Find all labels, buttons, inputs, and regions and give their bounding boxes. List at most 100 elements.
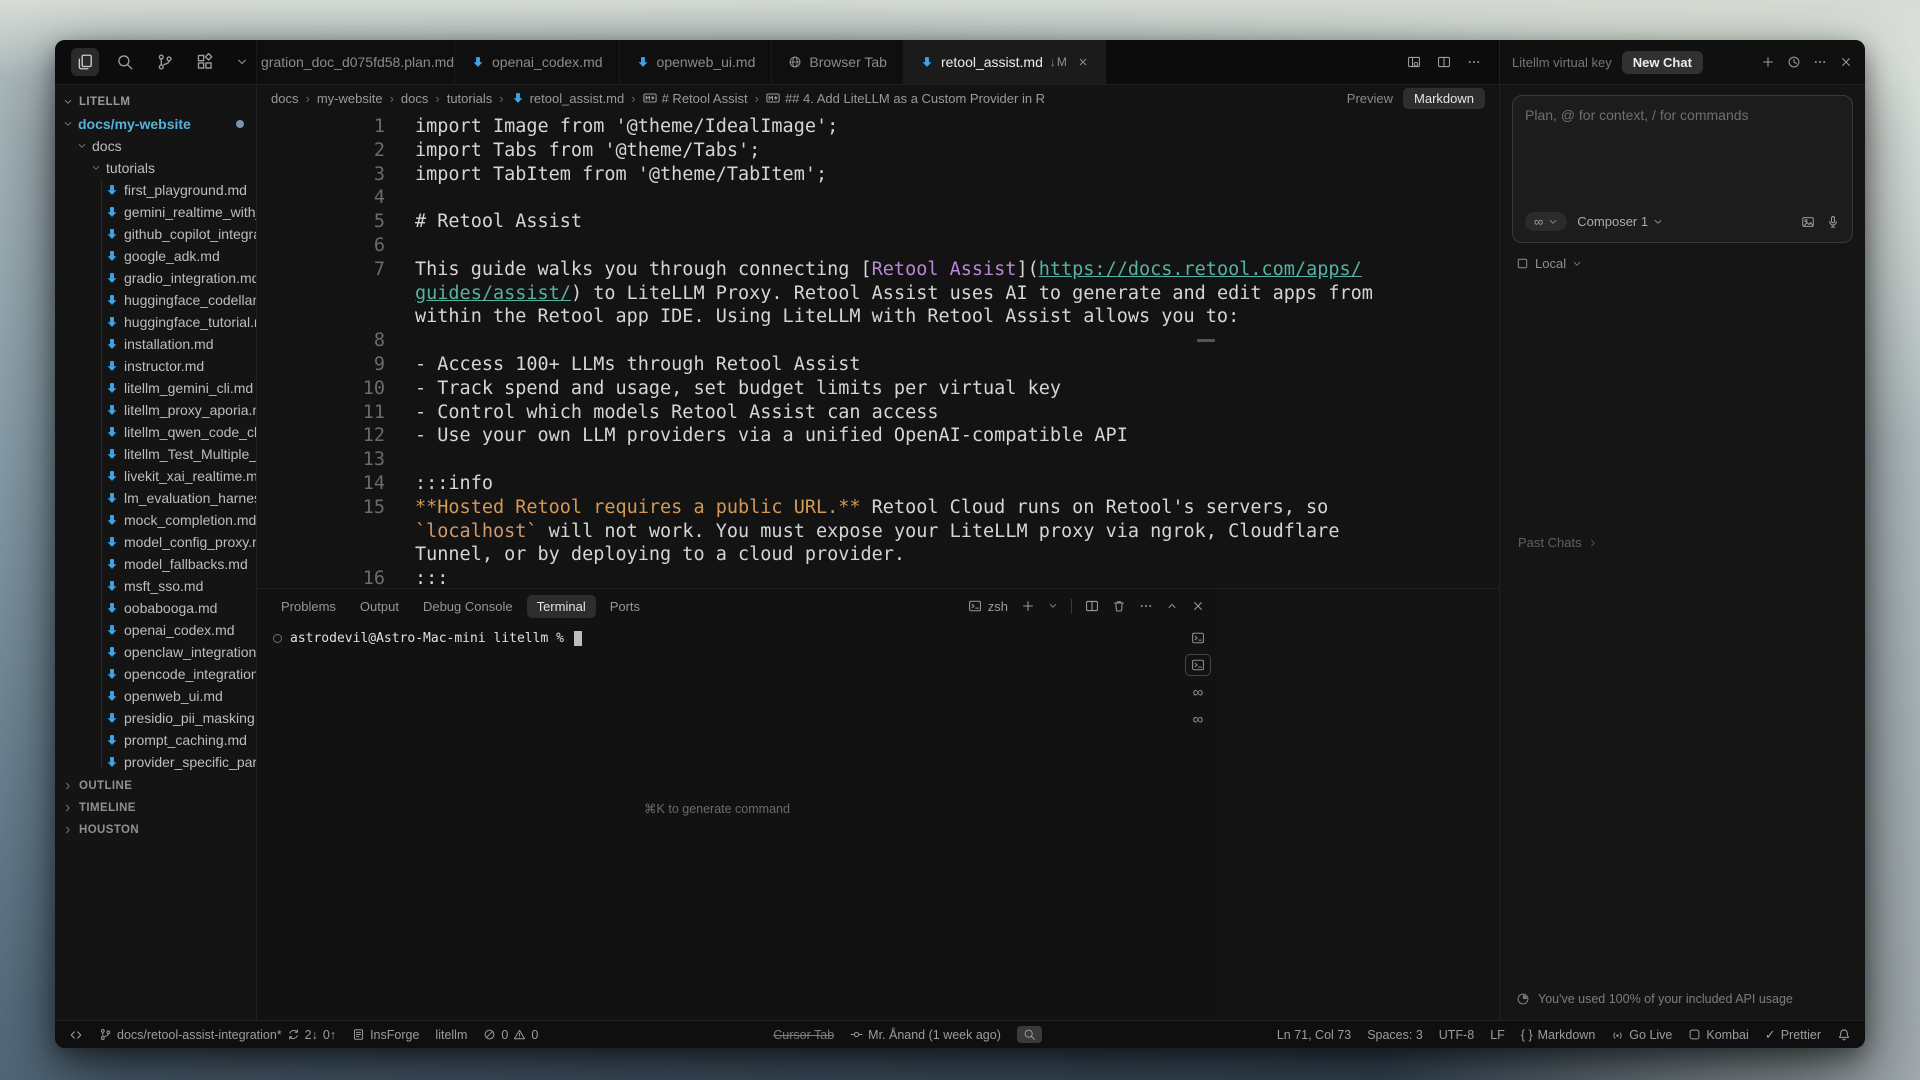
tree-file[interactable]: litellm_Test_Multiple_Pr... [55,443,256,465]
agent-mode-pill[interactable]: ∞ [1525,212,1567,231]
close-icon[interactable] [1077,56,1089,68]
open-preview-icon[interactable] [1407,55,1421,69]
tree-file[interactable]: openai_codex.md [55,619,256,641]
tree-file[interactable]: gemini_realtime_with_a... [55,201,256,223]
chat-input[interactable]: Plan, @ for context, / for commands ∞ Co… [1512,95,1853,243]
breadcrumb-item[interactable]: my-website [317,91,383,106]
context-local-selector[interactable]: Local [1512,256,1853,271]
terminal-dropdown-icon[interactable] [1048,601,1058,611]
close-panel-icon[interactable] [1839,55,1853,69]
tree-file[interactable]: gradio_integration.md [55,267,256,289]
tree-file[interactable]: model_config_proxy.md [55,531,256,553]
new-chat-icon[interactable] [1761,55,1775,69]
editor-tab[interactable]: Browser Tab [772,40,904,84]
tree-file[interactable]: huggingface_codellama... [55,289,256,311]
explorer-section-header[interactable]: LITELLM [55,91,256,113]
tree-file[interactable]: huggingface_tutorial.md [55,311,256,333]
workspace-status[interactable]: litellm [435,1028,467,1042]
tree-folder[interactable]: docs/my-website [55,113,256,135]
problems-status[interactable]: 0 0 [483,1028,538,1042]
chat-tab-previous[interactable]: Litellm virtual key [1512,55,1612,70]
model-selector[interactable]: Composer 1 [1577,214,1663,229]
tree-file[interactable]: opencode_integration.md [55,663,256,685]
new-terminal-icon[interactable] [1021,599,1035,613]
tree-file[interactable]: msft_sso.md [55,575,256,597]
maximize-panel-icon[interactable] [1166,600,1178,612]
breadcrumb-item[interactable]: docs [401,91,428,106]
code-editor[interactable]: 1import Image from '@theme/IdealImage';2… [257,111,1499,588]
activity-git-branch-button[interactable] [151,48,179,76]
sidebar-section-timeline[interactable]: TIMELINE [55,797,256,819]
panel-tab-terminal[interactable]: Terminal [527,595,596,618]
breadcrumb-item[interactable]: ## 4. Add LiteLLM as a Custom Provider i… [766,91,1045,106]
activity-chevron-down-button[interactable] [231,51,253,73]
notifications-status[interactable] [1837,1028,1851,1042]
tree-file[interactable]: openweb_ui.md [55,685,256,707]
attach-image-icon[interactable] [1801,215,1815,229]
tree-file[interactable]: oobabooga.md [55,597,256,619]
tree-file[interactable]: lm_evaluation_harness.... [55,487,256,509]
activity-search-button[interactable] [111,48,139,76]
markdown-button[interactable]: Markdown [1403,88,1485,109]
panel-tab-ports[interactable]: Ports [600,595,650,618]
tree-file[interactable]: google_adk.md [55,245,256,267]
panel-tab-output[interactable]: Output [350,595,409,618]
tree-file[interactable]: provider_specific_para... [55,751,256,773]
tree-file[interactable]: litellm_qwen_code_cli.md [55,421,256,443]
split-terminal-icon[interactable] [1085,599,1099,613]
remote-indicator[interactable] [69,1028,83,1042]
more-icon[interactable] [1813,55,1827,69]
eol-status[interactable]: LF [1490,1028,1505,1042]
terminal-session-terminal[interactable] [1185,627,1211,649]
tree-file[interactable]: installation.md [55,333,256,355]
line-col-status[interactable]: Ln 71, Col 73 [1277,1028,1351,1042]
kombai-status[interactable]: Kombai [1688,1028,1748,1042]
terminal-session-infinity[interactable]: ∞ [1185,681,1211,703]
tree-file[interactable]: github_copilot_integrati... [55,223,256,245]
go-live-status[interactable]: Go Live [1611,1028,1672,1042]
tree-file[interactable]: litellm_proxy_aporia.md [55,399,256,421]
encoding-status[interactable]: UTF-8 [1439,1028,1474,1042]
breadcrumb-item[interactable]: # Retool Assist [643,91,748,106]
search-status-button[interactable] [1017,1026,1042,1043]
tree-file[interactable]: litellm_gemini_cli.md [55,377,256,399]
close-panel-icon[interactable] [1191,599,1205,613]
indentation-status[interactable]: Spaces: 3 [1367,1028,1423,1042]
breadcrumb-item[interactable]: retool_assist.md [511,91,625,106]
panel-tab-debug-console[interactable]: Debug Console [413,595,523,618]
editor-tab[interactable]: retool_assist.md↓M [904,40,1106,84]
tree-file[interactable]: livekit_xai_realtime.md [55,465,256,487]
tree-file[interactable]: first_playground.md [55,179,256,201]
more-actions-icon[interactable] [1139,599,1153,613]
tree-file[interactable]: presidio_pii_masking.md [55,707,256,729]
terminal-session-terminal[interactable] [1185,654,1211,676]
git-blame-status[interactable]: Mr. Ånand (1 week ago) [850,1028,1001,1042]
tree-file[interactable]: mock_completion.md [55,509,256,531]
breadcrumb-item[interactable]: tutorials [447,91,493,106]
tree-file[interactable]: model_fallbacks.md [55,553,256,575]
editor-tab[interactable]: gration_doc_d075fd58.plan.md [257,40,455,84]
shell-selector[interactable]: zsh [968,599,1008,614]
terminal-viewport[interactable]: astrodevil@Astro-Mac-mini litellm % ⌘K t… [257,623,1177,1020]
cursor-tab-status[interactable]: Cursor Tab [773,1028,834,1042]
editor-tab[interactable]: openai_codex.md [455,40,620,84]
mic-icon[interactable] [1826,215,1840,229]
sidebar-section-outline[interactable]: OUTLINE [55,775,256,797]
editor-tab[interactable]: openweb_ui.md [620,40,773,84]
split-editor-icon[interactable] [1437,55,1451,69]
more-icon[interactable] [1467,55,1481,69]
tree-folder[interactable]: tutorials [55,157,256,179]
past-chats[interactable]: Past Chats [1512,535,1853,550]
insforge-status[interactable]: InsForge [352,1028,419,1042]
panel-tab-problems[interactable]: Problems [271,595,346,618]
preview-button[interactable]: Preview [1347,91,1393,106]
activity-files-copy-button[interactable] [71,48,99,76]
tree-file[interactable]: prompt_caching.md [55,729,256,751]
chat-tab-new-chat[interactable]: New Chat [1622,51,1703,74]
prettier-status[interactable]: ✓ Prettier [1765,1027,1821,1043]
scrollbar-thumb[interactable] [1197,339,1215,342]
sidebar-section-houston[interactable]: HOUSTON [55,819,256,841]
tree-file[interactable]: instructor.md [55,355,256,377]
tree-file[interactable]: openclaw_integration.md [55,641,256,663]
history-icon[interactable] [1787,55,1801,69]
